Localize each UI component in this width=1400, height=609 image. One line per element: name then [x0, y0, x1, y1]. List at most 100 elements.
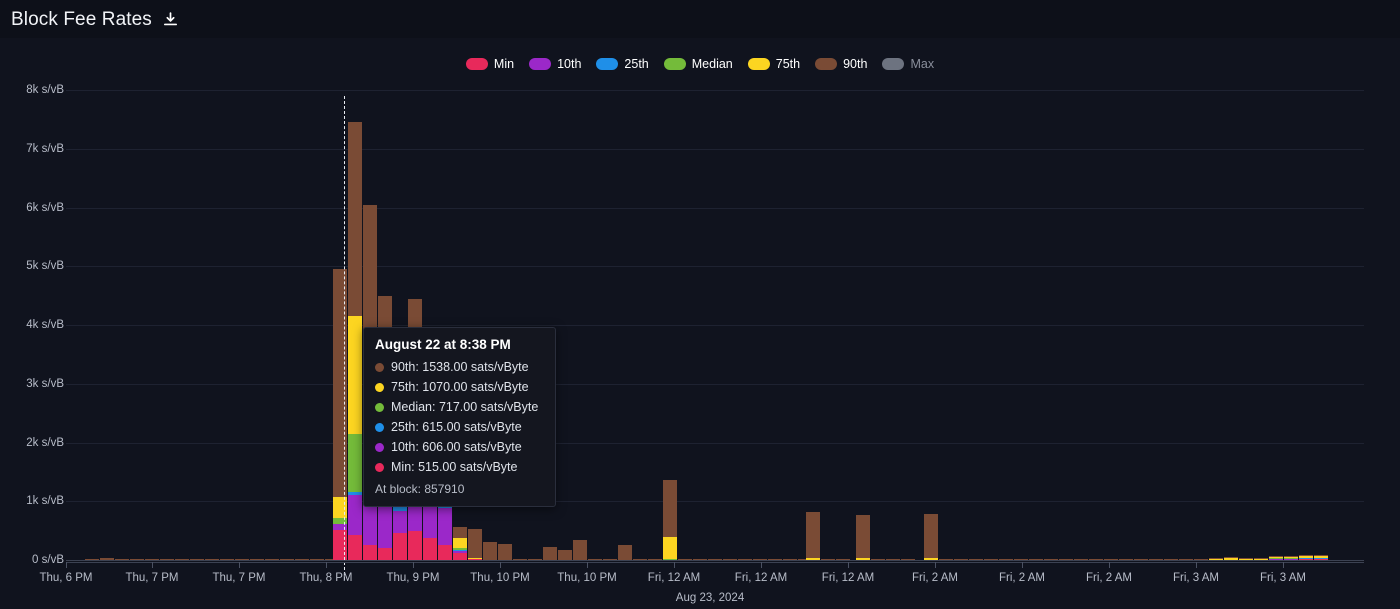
bar-stack[interactable]: [1014, 90, 1028, 560]
bar-stack[interactable]: [999, 90, 1013, 560]
bar-stack[interactable]: [1284, 90, 1298, 560]
legend-item-median[interactable]: Median: [663, 58, 733, 71]
bar-stack[interactable]: [130, 90, 144, 560]
bar-stack[interactable]: [708, 90, 722, 560]
download-icon[interactable]: [162, 10, 180, 28]
bar-stack[interactable]: [924, 90, 938, 560]
bar-stack[interactable]: [984, 90, 998, 560]
bar-stack[interactable]: [220, 90, 234, 560]
bar-stack[interactable]: [836, 90, 850, 560]
bar-segment-min: [378, 548, 392, 560]
bar-stack[interactable]: [821, 90, 835, 560]
bar-stack[interactable]: [603, 90, 617, 560]
bar-stack[interactable]: [190, 90, 204, 560]
bar-stack[interactable]: [886, 90, 900, 560]
legend-swatch-90th-icon: [815, 58, 838, 71]
bar-stack[interactable]: [310, 90, 324, 560]
bar-stack[interactable]: [348, 90, 362, 560]
legend-item-max[interactable]: Max: [882, 58, 934, 71]
bar-stack[interactable]: [1029, 90, 1043, 560]
legend-item-90th[interactable]: 90th: [815, 58, 867, 71]
tooltip-row-90th: 90th: 1538.00 sats/vByte: [375, 359, 544, 376]
bar-stack[interactable]: [1239, 90, 1253, 560]
bar-stack[interactable]: [145, 90, 159, 560]
bar-segment-p90: [1029, 558, 1043, 560]
bar-stack[interactable]: [573, 90, 587, 560]
bar-stack[interactable]: [235, 90, 249, 560]
bar-stack[interactable]: [1209, 90, 1223, 560]
bar-stack[interactable]: [856, 90, 870, 560]
bar-stack[interactable]: [768, 90, 782, 560]
legend-item-10th[interactable]: 10th: [529, 58, 581, 71]
bar-stack[interactable]: [1254, 90, 1268, 560]
bar-stack[interactable]: [723, 90, 737, 560]
bar-stack[interactable]: [115, 90, 129, 560]
x-tick-mark: [1196, 562, 1197, 568]
bar-stack[interactable]: [588, 90, 602, 560]
bar-segment-min: [393, 532, 407, 560]
legend-label: Min: [493, 57, 515, 71]
bar-stack[interactable]: [1314, 90, 1328, 560]
bar-stack[interactable]: [1044, 90, 1058, 560]
bar-segment-p90: [1299, 555, 1313, 557]
bar-stack[interactable]: [1299, 90, 1313, 560]
tooltip-title: August 22 at 8:38 PM: [375, 337, 511, 352]
bar-stack[interactable]: [70, 90, 84, 560]
bar-stack[interactable]: [753, 90, 767, 560]
bar-stack[interactable]: [1224, 90, 1238, 560]
bar-segment-p90: [1059, 558, 1073, 560]
bar-stack[interactable]: [250, 90, 264, 560]
bar-stack[interactable]: [558, 90, 572, 560]
bar-stack[interactable]: [969, 90, 983, 560]
legend-item-75th[interactable]: 75th: [747, 58, 800, 71]
bar-stack[interactable]: [678, 90, 692, 560]
bar-stack[interactable]: [280, 90, 294, 560]
bar-stack[interactable]: [265, 90, 279, 560]
bar-stack[interactable]: [1164, 90, 1178, 560]
bar-segment-p90: [648, 558, 662, 560]
bar-segment-p90: [768, 558, 782, 560]
x-axis-date-label: Aug 23, 2024: [675, 592, 745, 604]
bar-stack[interactable]: [1269, 90, 1283, 560]
x-tick-mark: [413, 562, 414, 568]
bar-segment-p90: [1044, 558, 1058, 560]
bar-segment-p90: [871, 558, 885, 560]
bar-stack[interactable]: [1104, 90, 1118, 560]
bar-stack[interactable]: [693, 90, 707, 560]
bar-stack[interactable]: [1074, 90, 1088, 560]
bar-stack[interactable]: [663, 90, 677, 560]
bar-stack[interactable]: [175, 90, 189, 560]
bar-stack[interactable]: [633, 90, 647, 560]
bar-stack[interactable]: [205, 90, 219, 560]
bar-stack[interactable]: [1119, 90, 1133, 560]
legend-item-min[interactable]: Min: [465, 57, 515, 71]
tooltip-row-text: 25th: 615.00 sats/vByte: [391, 419, 522, 434]
bar-stack[interactable]: [1059, 90, 1073, 560]
bar-stack[interactable]: [954, 90, 968, 560]
bar-stack[interactable]: [648, 90, 662, 560]
bar-stack[interactable]: [1194, 90, 1208, 560]
bar-stack[interactable]: [85, 90, 99, 560]
bar-segment-min: [423, 538, 437, 560]
y-tick-label: 1k s/vB: [26, 495, 64, 508]
bar-segment-p90: [984, 558, 998, 560]
legend-item-25th[interactable]: 25th: [596, 58, 649, 71]
y-tick-label: 5k s/vB: [26, 260, 64, 273]
legend-label: 10th: [557, 57, 582, 71]
bar-stack[interactable]: [901, 90, 915, 560]
x-tick-mark: [848, 562, 849, 568]
bar-stack[interactable]: [738, 90, 752, 560]
bar-stack[interactable]: [939, 90, 953, 560]
bar-stack[interactable]: [806, 90, 820, 560]
bar-stack[interactable]: [618, 90, 632, 560]
bar-stack[interactable]: [783, 90, 797, 560]
bar-stack[interactable]: [160, 90, 174, 560]
bar-stack[interactable]: [871, 90, 885, 560]
bar-stack[interactable]: [1134, 90, 1148, 560]
bar-stack[interactable]: [295, 90, 309, 560]
bar-stack[interactable]: [1149, 90, 1163, 560]
bar-stack[interactable]: [1179, 90, 1193, 560]
bar-stack[interactable]: [100, 90, 114, 560]
bar-segment-p90: [663, 479, 677, 538]
bar-stack[interactable]: [1089, 90, 1103, 560]
